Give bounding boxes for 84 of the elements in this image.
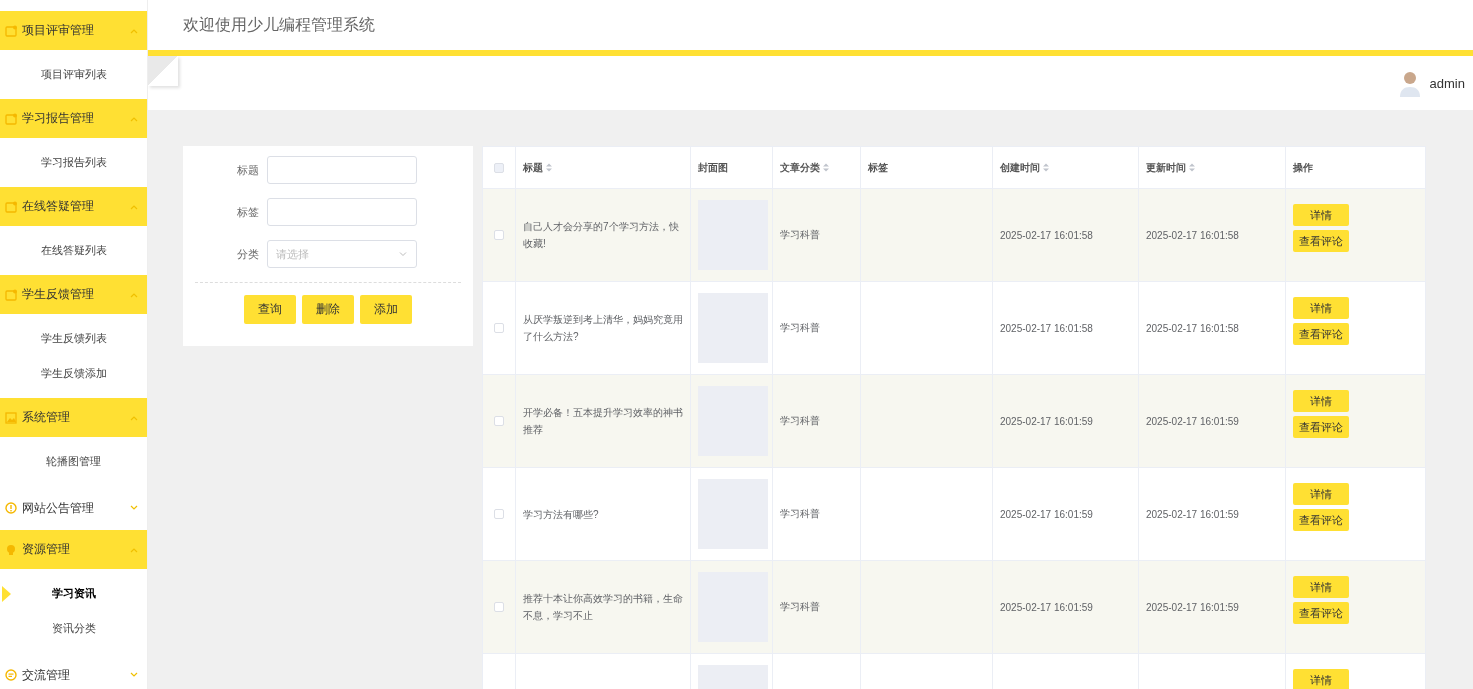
sort-icon xyxy=(1189,163,1195,173)
image-icon xyxy=(5,411,17,424)
note-icon xyxy=(5,288,17,301)
user-name[interactable]: admin xyxy=(1429,75,1465,91)
column-header: 操作 xyxy=(1285,146,1426,189)
row-action-button[interactable]: 查看评论 xyxy=(1293,509,1349,531)
menu-item[interactable]: 资讯分类 xyxy=(0,611,147,646)
menu-item[interactable]: 学生反馈添加 xyxy=(0,356,147,391)
sort-icon xyxy=(823,163,829,173)
menu-group[interactable]: 资源管理 xyxy=(0,530,147,569)
menu-group[interactable]: 学习报告管理 xyxy=(0,99,147,138)
timestamp: 2025-02-17 16:01:58 xyxy=(1146,229,1239,241)
timestamp: 2025-02-17 16:01:58 xyxy=(1000,229,1093,241)
row-checkbox[interactable] xyxy=(494,230,504,240)
column-header: 封面图 xyxy=(690,146,773,189)
timestamp: 2025-02-17 16:01:59 xyxy=(1146,508,1239,520)
row-action-button[interactable]: 详情 xyxy=(1293,669,1349,689)
action-button[interactable]: 删除 xyxy=(302,295,354,324)
row-action-button[interactable]: 详情 xyxy=(1293,576,1349,598)
menu-group[interactable]: 系统管理 xyxy=(0,398,147,437)
row-action-button[interactable]: 详情 xyxy=(1293,390,1349,412)
timestamp: 2025-02-17 16:01:59 xyxy=(1146,415,1239,427)
row-action-button[interactable]: 详情 xyxy=(1293,204,1349,226)
category-text: 学习科普 xyxy=(780,415,820,426)
timestamp: 2025-02-17 16:01:58 xyxy=(1000,322,1093,334)
column-header[interactable]: 标题 xyxy=(515,146,691,189)
row-action-button[interactable]: 详情 xyxy=(1293,483,1349,505)
category-text: 学习科普 xyxy=(780,229,820,240)
page-corner xyxy=(148,56,178,86)
note-icon xyxy=(5,24,17,37)
column-header: 标签 xyxy=(860,146,993,189)
action-button[interactable]: 添加 xyxy=(360,295,412,324)
timestamp: 2025-02-17 16:01:59 xyxy=(1000,508,1093,520)
selected-marker-icon xyxy=(2,586,11,602)
menu-item[interactable]: 学习资讯 xyxy=(0,576,147,611)
app-title: 欢迎使用少儿编程管理系统 xyxy=(183,14,375,35)
row-checkbox[interactable] xyxy=(494,509,504,519)
column-header[interactable]: 文章分类 xyxy=(772,146,861,189)
category-text: 学习科普 xyxy=(780,508,820,519)
note-icon xyxy=(5,200,17,213)
input-field[interactable] xyxy=(267,198,417,226)
field-label: 标签 xyxy=(236,204,259,220)
row-action-button[interactable]: 查看评论 xyxy=(1293,323,1349,345)
category-text: 学习科普 xyxy=(780,322,820,333)
input-field[interactable] xyxy=(267,156,417,184)
field-label: 标题 xyxy=(236,162,259,178)
sort-icon xyxy=(546,163,552,173)
action-button[interactable]: 查询 xyxy=(244,295,296,324)
article-title: 推荐十本让你高效学习的书籍，生命不息，学习不止 xyxy=(523,592,683,623)
menu-group[interactable]: 项目评审管理 xyxy=(0,11,147,50)
chat-icon xyxy=(5,669,17,681)
bulb-icon xyxy=(5,543,17,556)
article-title: 开学必备！五本提升学习效率的神书推荐 xyxy=(523,406,683,437)
row-action-button[interactable]: 查看评论 xyxy=(1293,602,1349,624)
column-header[interactable]: 创建时间 xyxy=(992,146,1139,189)
timestamp: 2025-02-17 16:01:58 xyxy=(1146,322,1239,334)
row-checkbox[interactable] xyxy=(494,323,504,333)
menu-item[interactable]: 项目评审列表 xyxy=(0,57,147,92)
menu-group[interactable]: 在线答疑管理 xyxy=(0,187,147,226)
caret-icon xyxy=(398,249,408,259)
row-checkbox[interactable] xyxy=(494,416,504,426)
timestamp: 2025-02-17 16:01:59 xyxy=(1000,601,1093,613)
row-checkbox[interactable] xyxy=(494,602,504,612)
alert-icon xyxy=(5,502,17,514)
menu-item[interactable]: 学生反馈列表 xyxy=(0,321,147,356)
note-icon xyxy=(5,112,17,125)
timestamp: 2025-02-17 16:01:59 xyxy=(1000,415,1093,427)
menu-item[interactable]: 学习报告列表 xyxy=(0,145,147,180)
menu-group[interactable]: 学生反馈管理 xyxy=(0,275,147,314)
row-action-button[interactable]: 详情 xyxy=(1293,297,1349,319)
menu-item[interactable]: 在线答疑列表 xyxy=(0,233,147,268)
avatar-icon xyxy=(1397,69,1422,97)
select-all-checkbox[interactable] xyxy=(494,162,504,173)
menu-item[interactable]: 轮播图管理 xyxy=(0,444,147,479)
sort-icon xyxy=(1043,163,1049,173)
row-action-button[interactable]: 查看评论 xyxy=(1293,230,1349,252)
row-action-button[interactable]: 查看评论 xyxy=(1293,416,1349,438)
timestamp: 2025-02-17 16:01:59 xyxy=(1146,601,1239,613)
article-title: 学习方法有哪些? xyxy=(523,507,600,522)
category-text: 学习科普 xyxy=(780,601,820,612)
field-label: 分类 xyxy=(236,246,259,262)
article-title: 从厌学叛逆到考上清华，妈妈究竟用了什么方法? xyxy=(523,313,683,344)
column-header[interactable]: 更新时间 xyxy=(1138,146,1286,189)
article-title: 自己人才会分享的7个学习方法，快收藏! xyxy=(523,220,680,251)
